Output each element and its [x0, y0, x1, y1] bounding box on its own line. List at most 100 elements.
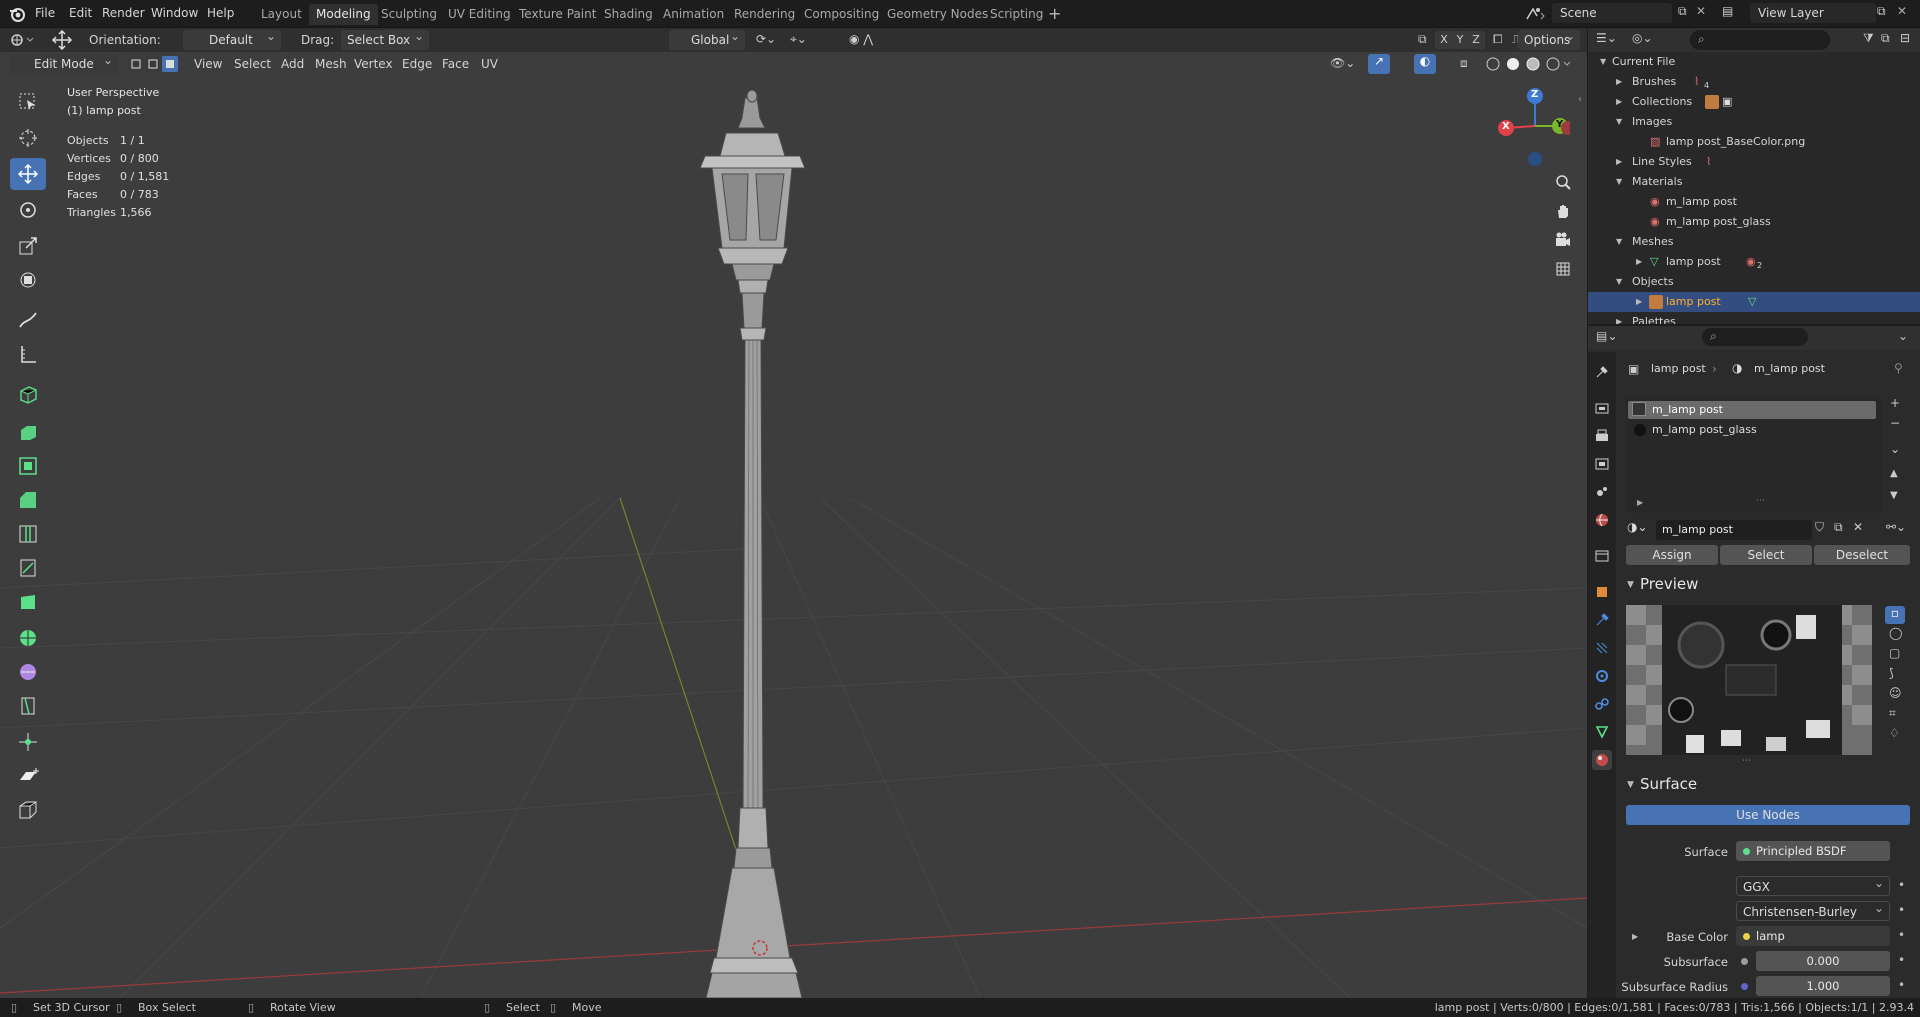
scene-icon[interactable] [1524, 5, 1546, 23]
tool-tab-icon[interactable] [1592, 362, 1612, 382]
surface-shader-field[interactable]: Principled BSDF [1736, 841, 1890, 861]
drag-dropdown[interactable]: Select Box [341, 26, 429, 50]
outliner-image-item[interactable]: ▨ lamp post_BaseColor.png [1588, 132, 1920, 152]
cursor-tool[interactable] [10, 122, 46, 154]
unlink-material-icon[interactable]: ✕ [1853, 520, 1863, 534]
scene-tab-icon[interactable] [1592, 482, 1612, 502]
outliner-material-item[interactable]: ◉ m_lamp post_glass [1588, 212, 1920, 232]
particles-tab-icon[interactable] [1592, 638, 1612, 658]
preview-cube-icon[interactable]: ▢ [1889, 646, 1900, 660]
tab-scripting[interactable]: Scripting [983, 4, 1050, 25]
menu-vertex[interactable]: Vertex [354, 57, 393, 71]
fake-user-icon[interactable]: ⛉ [1815, 520, 1824, 535]
spin-tool[interactable] [10, 622, 46, 654]
menu-mesh[interactable]: Mesh [315, 57, 347, 71]
delete-scene-icon[interactable]: ✕ [1696, 4, 1706, 18]
outliner-brushes[interactable]: ▶ Brushes ⌇ 4 [1588, 72, 1920, 92]
bevel-tool[interactable] [10, 484, 46, 516]
outliner-materials[interactable]: ▼ Materials [1588, 172, 1920, 192]
outliner-collections[interactable]: ▶ Collections ▣ [1588, 92, 1920, 112]
menu-render[interactable]: Render [102, 6, 145, 20]
add-slot-icon[interactable]: + [1890, 396, 1900, 410]
deselect-button[interactable]: Deselect [1814, 545, 1910, 565]
tab-modeling[interactable]: Modeling [309, 4, 378, 25]
surface-collapse-icon[interactable]: ▼ [1627, 780, 1634, 790]
new-view-layer-icon[interactable]: ⧉ [1877, 4, 1886, 19]
editor-type-icon[interactable] [10, 31, 36, 49]
scale-tool[interactable] [10, 230, 46, 262]
assign-button[interactable]: Assign [1626, 545, 1718, 565]
tab-layout[interactable]: Layout [254, 4, 309, 25]
pivot-icon[interactable]: ⟳⌄ [756, 32, 776, 46]
outliner-options-icon[interactable]: ⊟ [1900, 31, 1910, 45]
gizmo-toggle-icon[interactable]: ↗ [1368, 54, 1390, 74]
material-browse-icon[interactable]: ◑⌄ [1627, 520, 1648, 534]
rotate-tool[interactable] [10, 194, 46, 226]
preview-hair-icon[interactable]: ⟆ [1889, 666, 1894, 680]
outliner-palettes[interactable]: ▶ Palettes [1588, 312, 1920, 324]
shading-mode-icons[interactable] [1484, 55, 1572, 73]
slot-specials-icon[interactable]: ⌄ [1890, 442, 1900, 456]
menu-select[interactable]: Select [234, 57, 271, 71]
render-tab-icon[interactable] [1592, 398, 1612, 418]
preview-resize-icon[interactable]: ⋯ [1742, 756, 1751, 766]
transform-tool-icon[interactable] [50, 30, 74, 50]
tab-texture-paint[interactable]: Texture Paint [512, 4, 603, 25]
zoom-icon[interactable] [1551, 170, 1575, 194]
material-tab-icon[interactable] [1592, 750, 1612, 770]
subsurface-radius-field[interactable]: 1.000 [1756, 976, 1890, 996]
outliner-object-item[interactable]: ▶ lamp post ▽ [1588, 292, 1920, 312]
shear-tool[interactable] [10, 760, 46, 792]
preview-collapse-icon[interactable]: ▼ [1627, 580, 1634, 590]
loop-cut-tool[interactable] [10, 518, 46, 550]
subsurface-method-dropdown[interactable]: Christensen-Burley [1736, 898, 1890, 921]
world-tab-icon[interactable] [1592, 510, 1612, 530]
tab-animation[interactable]: Animation [656, 4, 731, 25]
menu-file[interactable]: File [35, 6, 55, 20]
shrink-fatten-tool[interactable] [10, 726, 46, 758]
tab-compositing[interactable]: Compositing [797, 4, 886, 25]
orientation-dropdown[interactable]: Default [183, 26, 281, 50]
data-tab-icon[interactable] [1592, 722, 1612, 742]
new-collection-icon[interactable]: ⧉ [1881, 31, 1890, 46]
outliner-meshes[interactable]: ▼ Meshes [1588, 232, 1920, 252]
camera-view-icon[interactable] [1551, 228, 1575, 252]
menu-face[interactable]: Face [442, 57, 469, 71]
pan-hand-icon[interactable] [1551, 199, 1575, 223]
outliner-search-input[interactable]: ⌕ [1690, 30, 1830, 50]
view-layer-tab-icon[interactable] [1592, 454, 1612, 474]
scene-field[interactable]: Scene [1552, 3, 1672, 23]
object-tab-icon[interactable] [1592, 582, 1612, 602]
pin-icon[interactable]: ⚲ [1894, 361, 1903, 375]
knife-tool[interactable] [10, 552, 46, 584]
move-slot-down-icon[interactable]: ▼ [1890, 490, 1898, 501]
auto-merge-icon[interactable]: ⧠ [1493, 32, 1503, 47]
navigation-gizmo[interactable]: Z Y X [1490, 86, 1570, 170]
outliner-mesh-item[interactable]: ▶ ▽ lamp post ◉ 2 [1588, 252, 1920, 272]
outliner-editor-type-icon[interactable]: ☰⌄ [1596, 31, 1617, 45]
collection-tab-icon[interactable] [1592, 546, 1612, 566]
outliner-material-item[interactable]: ◉ m_lamp post [1588, 192, 1920, 212]
add-cube-tool[interactable] [10, 378, 46, 410]
preview-cloth-icon[interactable]: ⌗ [1889, 706, 1896, 721]
mode-dropdown[interactable]: Edit Mode [10, 50, 118, 74]
subsurface-field[interactable]: 0.000 [1756, 951, 1890, 971]
menu-uv[interactable]: UV [481, 57, 498, 71]
transform-space-dropdown[interactable]: Global [669, 26, 745, 50]
delete-view-layer-icon[interactable]: ✕ [1897, 4, 1907, 18]
view-layer-icon[interactable]: ▤ [1722, 4, 1733, 18]
preview-flat-icon[interactable]: ▫ [1885, 606, 1905, 624]
surface-panel-title[interactable]: Surface [1640, 775, 1697, 793]
base-color-field[interactable]: lamp post_BaseColor.png [1736, 926, 1890, 963]
link-options-icon[interactable]: ⚯⌄ [1886, 520, 1906, 534]
outliner-objects[interactable]: ▼ Objects [1588, 272, 1920, 292]
use-nodes-button[interactable]: Use Nodes [1626, 805, 1910, 825]
duplicate-material-icon[interactable]: ⧉ [1834, 520, 1843, 535]
mirror-z-toggle[interactable]: Z [1467, 31, 1485, 49]
smooth-tool[interactable] [10, 656, 46, 688]
material-slot-selected[interactable]: m_lamp post [1628, 401, 1876, 419]
menu-help[interactable]: Help [207, 6, 234, 20]
transform-tool[interactable] [10, 264, 46, 296]
snap-icon[interactable]: ⌖⌄ [790, 32, 807, 47]
new-scene-icon[interactable]: ⧉ [1678, 4, 1687, 19]
